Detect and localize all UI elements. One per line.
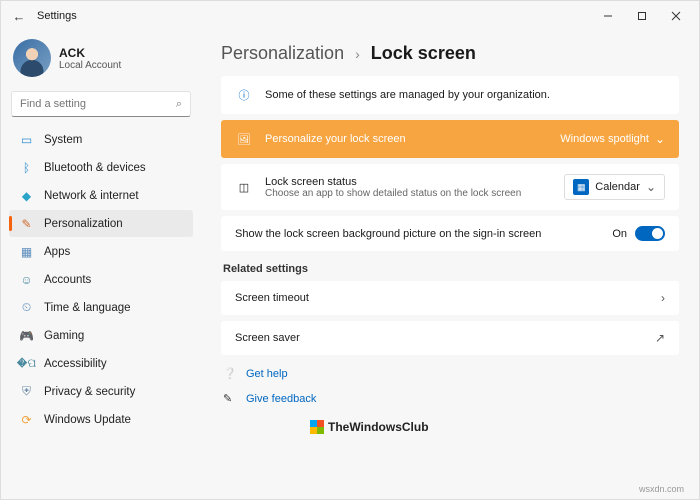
maximize-button[interactable] — [625, 2, 659, 30]
screen-saver-row[interactable]: Screen saver ↗ — [221, 321, 679, 355]
screen-saver-title: Screen saver — [235, 332, 300, 344]
accessibility-icon: �ପ — [19, 356, 34, 371]
nav-label: Network & internet — [44, 190, 139, 202]
close-button[interactable] — [659, 2, 693, 30]
titlebar: ← Settings — [1, 1, 699, 31]
nav-label: Accessibility — [44, 358, 107, 370]
nav-personalization[interactable]: ✎ Personalization — [9, 210, 193, 237]
signin-bg-row: Show the lock screen background picture … — [221, 216, 679, 251]
feedback-icon: ✎ — [223, 392, 238, 405]
give-feedback-label: Give feedback — [246, 393, 316, 405]
nav-list: ▭ System ᛒ Bluetooth & devices ◆ Network & … — [7, 125, 195, 493]
status-icon: ◫ — [235, 178, 253, 196]
get-help-label: Get help — [246, 368, 288, 380]
nav-label: Windows Update — [44, 414, 131, 426]
page-title: Lock screen — [371, 43, 476, 63]
attribution: wsxdn.com — [639, 484, 684, 494]
nav-system[interactable]: ▭ System — [9, 126, 193, 153]
nav-network[interactable]: ◆ Network & internet — [9, 182, 193, 209]
nav-privacy[interactable]: ⛨ Privacy & security — [9, 378, 193, 405]
calendar-icon: ▦ — [573, 179, 589, 195]
personalize-value: Windows spotlight — [560, 133, 649, 145]
org-managed-banner: ⓘ Some of these settings are managed by … — [221, 76, 679, 114]
nav-label: System — [44, 134, 82, 146]
related-settings-label: Related settings — [223, 263, 679, 275]
breadcrumb: Personalization › Lock screen — [221, 43, 679, 64]
open-external-icon: ↗ — [655, 331, 665, 345]
profile-block[interactable]: ACK Local Account — [7, 35, 195, 87]
screen-timeout-row[interactable]: Screen timeout › — [221, 281, 679, 315]
nav-label: Personalization — [44, 218, 123, 230]
profile-name: ACK — [59, 46, 121, 60]
status-app-dropdown[interactable]: ▦ Calendar ⌄ — [564, 174, 665, 200]
update-icon: ⟳ — [19, 412, 34, 427]
chevron-right-icon: › — [355, 46, 360, 62]
nav-label: Bluetooth & devices — [44, 162, 146, 174]
nav-accounts[interactable]: ☺ Accounts — [9, 266, 193, 293]
search-icon: ⌕ — [176, 98, 182, 111]
nav-bluetooth[interactable]: ᛒ Bluetooth & devices — [9, 154, 193, 181]
status-sub: Choose an app to show detailed status on… — [265, 188, 521, 199]
main-content: Personalization › Lock screen ⓘ Some of … — [201, 31, 699, 499]
gaming-icon: 🎮 — [19, 328, 34, 343]
personalize-title: Personalize your lock screen — [265, 133, 406, 145]
get-help-link[interactable]: ❔ Get help — [221, 361, 679, 386]
signin-bg-state: On — [612, 228, 627, 240]
personalization-icon: ✎ — [19, 216, 34, 231]
info-icon: ⓘ — [235, 86, 253, 104]
chevron-down-icon: ⌄ — [655, 132, 665, 146]
status-title: Lock screen status — [265, 176, 521, 188]
signin-bg-title: Show the lock screen background picture … — [235, 228, 541, 240]
picture-icon: 🖼 — [235, 130, 253, 148]
avatar — [13, 39, 51, 77]
personalize-lock-screen-row[interactable]: 🖼 Personalize your lock screen Windows s… — [221, 120, 679, 158]
accounts-icon: ☺ — [19, 272, 34, 287]
breadcrumb-parent[interactable]: Personalization — [221, 43, 344, 63]
time-icon: ⏲ — [19, 300, 34, 315]
apps-icon: ▦ — [19, 244, 34, 259]
nav-label: Accounts — [44, 274, 91, 286]
status-value: Calendar — [595, 181, 640, 193]
nav-accessibility[interactable]: �ପ Accessibility — [9, 350, 193, 377]
give-feedback-link[interactable]: ✎ Give feedback — [221, 386, 679, 411]
screen-timeout-title: Screen timeout — [235, 292, 309, 304]
org-managed-text: Some of these settings are managed by yo… — [265, 89, 550, 101]
back-button[interactable]: ← — [7, 9, 31, 24]
nav-label: Time & language — [44, 302, 131, 314]
nav-label: Apps — [44, 246, 70, 258]
sidebar: ACK Local Account ⌕ ▭ System ᛒ Bluetooth &… — [1, 31, 201, 499]
search-box[interactable]: ⌕ — [11, 91, 191, 117]
profile-sub: Local Account — [59, 60, 121, 71]
search-input[interactable] — [20, 98, 176, 110]
nav-apps[interactable]: ▦ Apps — [9, 238, 193, 265]
privacy-icon: ⛨ — [19, 384, 34, 399]
signin-bg-toggle[interactable] — [635, 226, 665, 241]
system-icon: ▭ — [19, 132, 34, 147]
nav-time[interactable]: ⏲ Time & language — [9, 294, 193, 321]
chevron-right-icon: › — [661, 291, 665, 305]
nav-gaming[interactable]: 🎮 Gaming — [9, 322, 193, 349]
bluetooth-icon: ᛒ — [19, 160, 34, 175]
window-title: Settings — [37, 10, 77, 22]
nav-label: Gaming — [44, 330, 84, 342]
nav-label: Privacy & security — [44, 386, 135, 398]
lock-screen-status-row[interactable]: ◫ Lock screen status Choose an app to sh… — [221, 164, 679, 210]
nav-update[interactable]: ⟳ Windows Update — [9, 406, 193, 433]
minimize-button[interactable] — [591, 2, 625, 30]
network-icon: ◆ — [19, 188, 34, 203]
help-icon: ❔ — [223, 367, 238, 380]
chevron-down-icon: ⌄ — [646, 180, 656, 194]
